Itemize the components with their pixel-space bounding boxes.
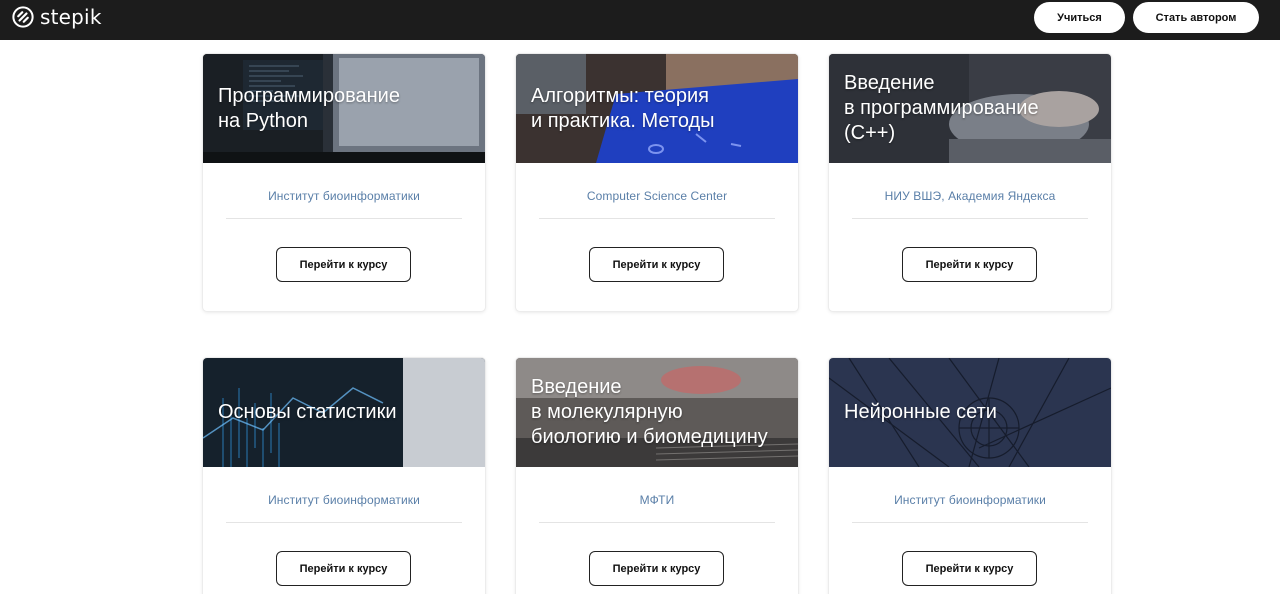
course-card-statistics[interactable]: Основы статистики Институт биоинформатик… [203,358,485,594]
go-to-course-button[interactable]: Перейти к курсу [276,551,411,586]
course-title-line: Программирование [218,85,400,107]
course-cover[interactable]: Нейронные сети [829,358,1111,467]
become-author-button[interactable]: Стать автором [1133,2,1259,33]
divider [852,522,1088,523]
course-title-line: биологию и биомедицину [531,426,768,448]
course-title-line: (C++) [844,122,896,144]
course-title-line: Нейронные сети [844,401,997,423]
course-cover[interactable]: Введение в молекулярную биологию и биоме… [516,358,798,467]
course-cover[interactable]: Алгоритмы: теория и практика. Методы [516,54,798,163]
divider [226,522,462,523]
learn-button[interactable]: Учиться [1034,2,1125,33]
course-card-cpp[interactable]: Введение в программирование (C++) НИУ ВШ… [829,54,1111,311]
course-cover[interactable]: Введение в программирование (C++) [829,54,1111,163]
course-title-line: в молекулярную [531,401,683,423]
course-card-python[interactable]: Программирование на Python Институт биои… [203,54,485,311]
course-card-neural-networks[interactable]: Нейронные сети Институт биоинформатики П… [829,358,1111,594]
course-card-molecular-biology[interactable]: Введение в молекулярную биологию и биоме… [516,358,798,594]
course-title: Алгоритмы: теория и практика. Методы [531,84,788,134]
course-cover[interactable]: Программирование на Python [203,54,485,163]
course-title-line: на Python [218,110,308,132]
course-title-line: Введение [844,72,935,94]
course-title: Введение в молекулярную биологию и биоме… [531,375,788,450]
course-title: Нейронные сети [844,400,1101,425]
course-organization[interactable]: МФТИ [516,493,798,507]
course-organization[interactable]: Computer Science Center [516,189,798,203]
course-title-line: Алгоритмы: теория [531,85,709,107]
course-title: Основы статистики [218,400,475,425]
course-title-line: Основы статистики [218,401,397,423]
course-title-line: и практика. Методы [531,110,715,132]
stepik-logo-icon [12,6,34,28]
course-organization[interactable]: НИУ ВШЭ, Академия Яндекса [829,189,1111,203]
go-to-course-button[interactable]: Перейти к курсу [589,247,724,282]
course-title: Программирование на Python [218,84,475,134]
course-title: Введение в программирование (C++) [844,71,1101,146]
course-title-line: Введение [531,376,622,398]
go-to-course-button[interactable]: Перейти к курсу [276,247,411,282]
divider [852,218,1088,219]
course-cover[interactable]: Основы статистики [203,358,485,467]
course-card-algorithms[interactable]: Алгоритмы: теория и практика. Методы Com… [516,54,798,311]
course-organization[interactable]: Институт биоинформатики [203,189,485,203]
go-to-course-button[interactable]: Перейти к курсу [589,551,724,586]
divider [539,218,775,219]
logo-text: stepik [40,5,102,29]
course-organization[interactable]: Институт биоинформатики [203,493,485,507]
top-navigation-bar: stepik Учиться Стать автором [0,0,1280,40]
course-organization[interactable]: Институт биоинформатики [829,493,1111,507]
divider [226,218,462,219]
go-to-course-button[interactable]: Перейти к курсу [902,247,1037,282]
stepik-logo[interactable]: stepik [12,5,102,29]
course-title-line: в программирование [844,97,1039,119]
go-to-course-button[interactable]: Перейти к курсу [902,551,1037,586]
divider [539,522,775,523]
